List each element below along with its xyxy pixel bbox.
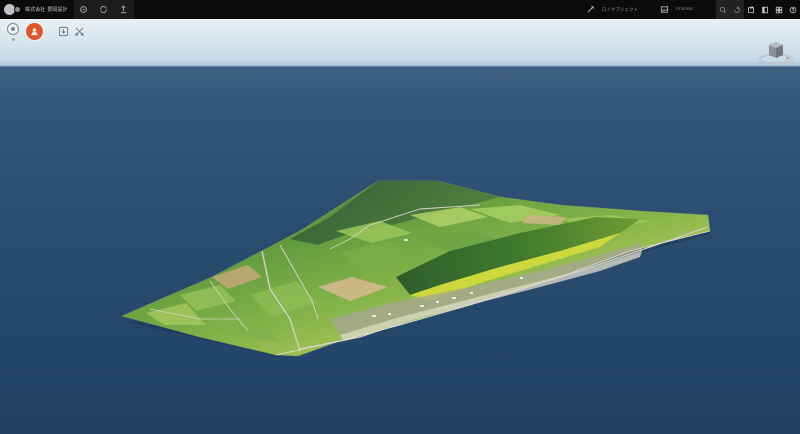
left-toolbar [6, 23, 85, 45]
view-cube-icon[interactable] [758, 36, 794, 66]
settings-icon[interactable] [78, 4, 90, 16]
project-selector[interactable]: 株式会社 豊岡設計 [0, 0, 74, 19]
measure-icon [584, 4, 596, 16]
user-button[interactable] [26, 23, 43, 40]
download-icon[interactable] [57, 25, 69, 37]
location-pin-icon [7, 23, 19, 35]
subject-field[interactable]: ロイサブジェクト [578, 0, 652, 19]
tool-buttons [57, 25, 85, 37]
project-name: 株式会社 豊岡設計 [25, 7, 68, 13]
terrain-scene[interactable] [0, 19, 800, 434]
pin-base [11, 38, 15, 41]
marker-field[interactable]: Imarker [652, 0, 716, 19]
subject-label: ロイサブジェクト [602, 7, 638, 13]
grid-icon[interactable] [772, 0, 786, 19]
image-icon [658, 4, 670, 16]
secondary-avatar [14, 6, 21, 13]
location-pin-button[interactable] [6, 23, 20, 45]
share-icon[interactable] [730, 0, 744, 19]
map-viewport[interactable] [0, 19, 800, 434]
topbar-actions [73, 0, 134, 19]
top-toolbar: 株式会社 豊岡設計 ロイサブジェクト Imarker [0, 0, 800, 19]
marker-label: Imarker [676, 7, 694, 12]
search-icon[interactable] [716, 0, 730, 19]
help-icon[interactable] [786, 0, 800, 19]
layers-icon[interactable] [758, 0, 772, 19]
upload-icon[interactable] [118, 4, 130, 16]
topbar-right: ロイサブジェクト Imarker [578, 0, 800, 19]
tools-icon[interactable] [73, 25, 85, 37]
sync-icon[interactable] [98, 4, 110, 16]
export-icon[interactable] [744, 0, 758, 19]
user-icon [31, 28, 38, 36]
right-icon-group [716, 0, 800, 19]
